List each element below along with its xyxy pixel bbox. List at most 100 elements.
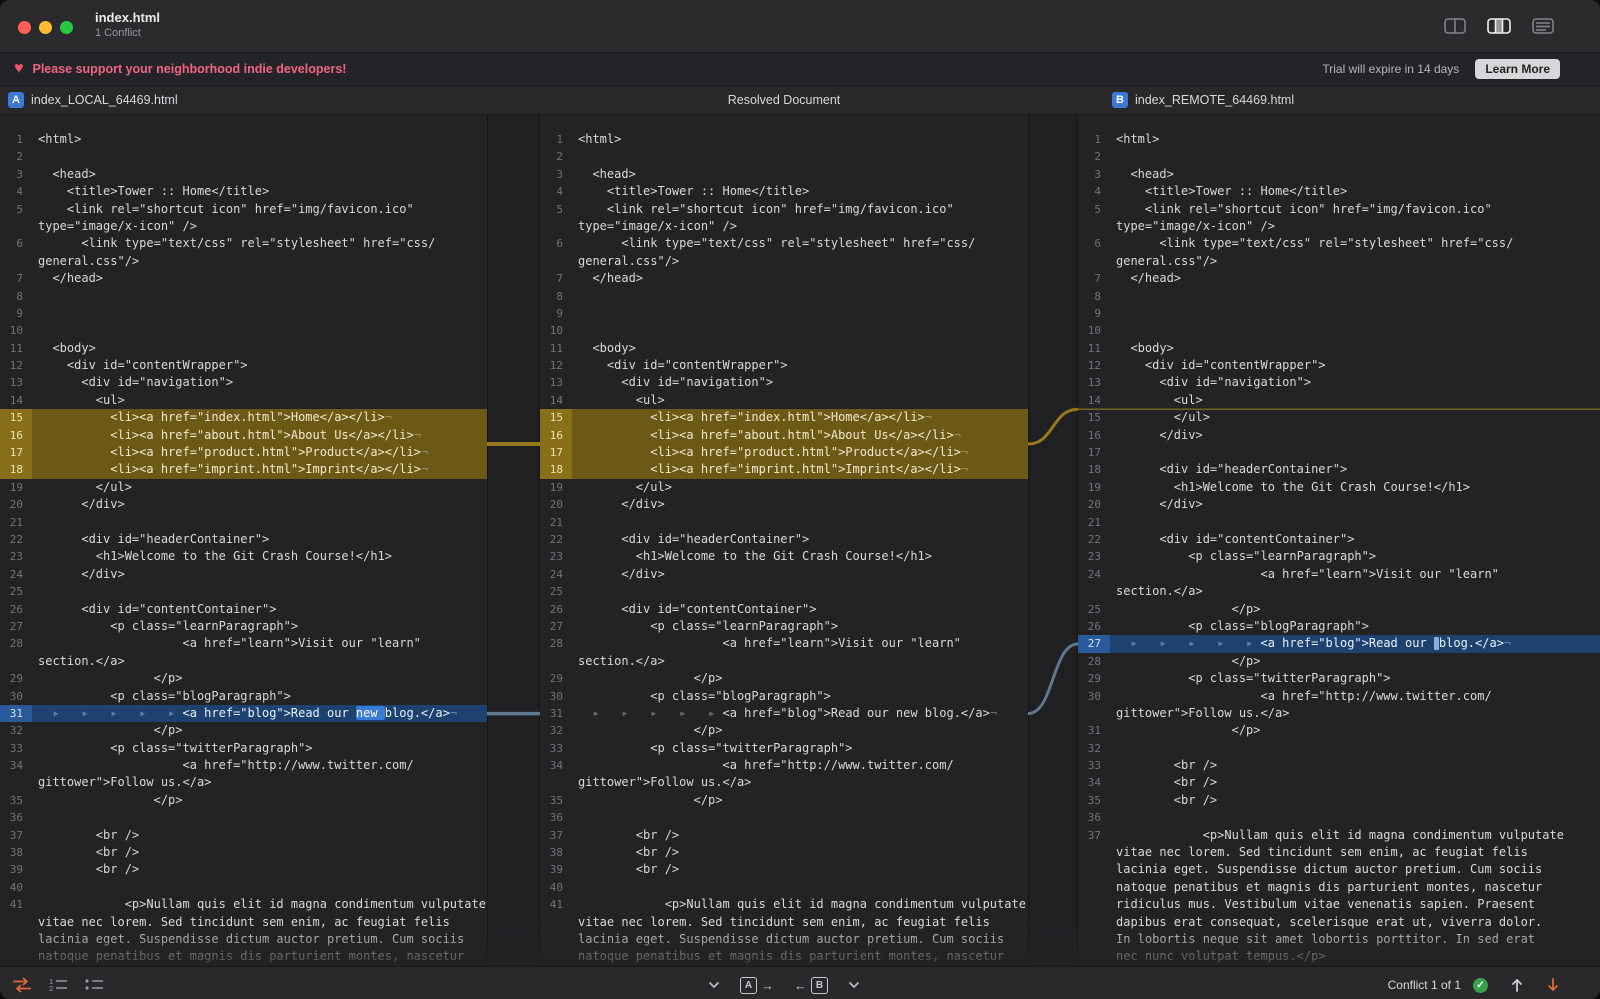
code-text: <p class="twitterParagraph"> bbox=[32, 740, 487, 757]
line-number: 11 bbox=[0, 340, 32, 357]
line-number: 20 bbox=[540, 496, 572, 513]
line-number bbox=[0, 774, 32, 791]
code-line[interactable]: 31 ▸ ▸ ▸ ▸ ▸ <a href="blog">Read our new… bbox=[0, 705, 487, 722]
code-text bbox=[32, 148, 487, 165]
arrow-up-icon bbox=[1510, 977, 1524, 993]
code-text: <br /> bbox=[572, 827, 1028, 844]
remote-code-pane[interactable]: 1<html>23 <head>4 <title>Tower :: Home</… bbox=[1078, 115, 1600, 966]
line-number: 40 bbox=[0, 879, 32, 896]
line-number bbox=[1078, 879, 1110, 896]
line-number: 41 bbox=[0, 896, 32, 913]
resolve-options-left-button[interactable] bbox=[708, 981, 720, 989]
line-number: 7 bbox=[0, 270, 32, 287]
code-line[interactable]: 15 <li><a href="index.html">Home</a></li… bbox=[540, 409, 1028, 426]
code-line: 30 <p class="blogParagraph"> bbox=[540, 688, 1028, 705]
code-text: </p> bbox=[32, 670, 487, 687]
code-text: general.css"/> bbox=[1110, 253, 1600, 270]
line-number bbox=[1078, 253, 1110, 270]
line-numbers-button[interactable]: 12 bbox=[48, 977, 68, 993]
code-text: <li><a href="product.html">Product</a></… bbox=[572, 444, 1028, 461]
code-line: 23 <h1>Welcome to the Git Crash Course!<… bbox=[0, 548, 487, 565]
code-line: 13 <div id="navigation"> bbox=[540, 374, 1028, 391]
line-number: 20 bbox=[0, 496, 32, 513]
choose-b-button[interactable]: ← B bbox=[794, 977, 828, 994]
line-number bbox=[1078, 583, 1110, 600]
code-text: gittower">Follow us.</a> bbox=[1110, 705, 1600, 722]
code-line: 24 </div> bbox=[0, 566, 487, 583]
line-number: 27 bbox=[1078, 635, 1110, 652]
code-text: <div id="navigation"> bbox=[1110, 374, 1600, 391]
code-text: general.css"/> bbox=[572, 253, 1028, 270]
code-text bbox=[572, 514, 1028, 531]
local-code-pane[interactable]: 1<html>23 <head>4 <title>Tower :: Home</… bbox=[0, 115, 487, 966]
code-text: <div id="contentContainer"> bbox=[32, 601, 487, 618]
code-text: <p class="learnParagraph"> bbox=[1110, 548, 1600, 565]
code-line: 9 bbox=[540, 305, 1028, 322]
two-pane-view-button[interactable] bbox=[1438, 13, 1472, 39]
close-button[interactable] bbox=[18, 21, 31, 34]
code-line: vitae nec lorem. Sed tincidunt sem enim,… bbox=[540, 914, 1028, 931]
code-line: 26 <p class="blogParagraph"> bbox=[1078, 618, 1600, 635]
code-text: <title>Tower :: Home</title> bbox=[1110, 183, 1600, 200]
line-number: 31 bbox=[1078, 722, 1110, 739]
code-line[interactable]: 17 <li><a href="product.html">Product</a… bbox=[0, 444, 487, 461]
zoom-button[interactable] bbox=[60, 21, 73, 34]
line-number: 21 bbox=[0, 514, 32, 531]
title-block: index.html 1 Conflict bbox=[95, 10, 160, 39]
svg-text:2: 2 bbox=[49, 984, 53, 993]
code-text: <link rel="shortcut icon" href="img/favi… bbox=[572, 201, 1028, 218]
code-line[interactable]: 18 <li><a href="imprint.html">Imprint</a… bbox=[0, 461, 487, 478]
code-line: 34 <br /> bbox=[1078, 774, 1600, 791]
three-pane-view-button[interactable] bbox=[1482, 13, 1516, 39]
code-line: 1<html> bbox=[1078, 131, 1600, 148]
code-line: 14 <ul> bbox=[1078, 392, 1600, 409]
code-text: ▸ ▸ ▸ ▸ ▸ <a href="blog">Read our new bl… bbox=[572, 705, 1028, 722]
code-text: <div id="navigation"> bbox=[572, 374, 1028, 391]
code-text: <p class="twitterParagraph"> bbox=[1110, 670, 1600, 687]
code-line[interactable]: 16 <li><a href="about.html">About Us</a>… bbox=[540, 427, 1028, 444]
resolved-code-pane[interactable]: 1<html>23 <head>4 <title>Tower :: Home</… bbox=[540, 115, 1028, 966]
code-line: 23 <p class="learnParagraph"> bbox=[1078, 548, 1600, 565]
code-line: 32 bbox=[1078, 740, 1600, 757]
code-line: 4 <title>Tower :: Home</title> bbox=[0, 183, 487, 200]
next-conflict-button[interactable] bbox=[1546, 977, 1560, 993]
code-text: natoque penatibus et magnis dis parturie… bbox=[1110, 879, 1600, 896]
swap-direction-button[interactable] bbox=[12, 977, 32, 993]
minimize-button[interactable] bbox=[39, 21, 52, 34]
line-number: 17 bbox=[0, 444, 32, 461]
code-line[interactable]: 27 ▸ ▸ ▸ ▸ ▸ <a href="blog">Read our blo… bbox=[1078, 635, 1600, 652]
code-line: 32 </p> bbox=[540, 722, 1028, 739]
dotted-list-icon bbox=[84, 977, 104, 993]
code-line[interactable]: 17 <li><a href="product.html">Product</a… bbox=[540, 444, 1028, 461]
line-number bbox=[540, 653, 572, 670]
code-line[interactable]: 15 <li><a href="index.html">Home</a></li… bbox=[0, 409, 487, 426]
code-text: </div> bbox=[32, 496, 487, 513]
code-text: <ul> bbox=[1110, 392, 1600, 409]
code-text: </p> bbox=[1110, 653, 1600, 670]
code-line[interactable]: 16 <li><a href="about.html">About Us</a>… bbox=[0, 427, 487, 444]
learn-more-button[interactable]: Learn More bbox=[1475, 59, 1560, 79]
resolve-options-right-button[interactable] bbox=[848, 981, 860, 989]
previous-conflict-button[interactable] bbox=[1510, 977, 1524, 993]
code-line: 37 <p>Nullam quis elit id magna condimen… bbox=[1078, 827, 1600, 844]
line-number: 37 bbox=[0, 827, 32, 844]
code-text: <li><a href="product.html">Product</a></… bbox=[32, 444, 487, 461]
choose-a-button[interactable]: A → bbox=[740, 977, 774, 994]
code-line[interactable]: 18 <li><a href="imprint.html">Imprint</a… bbox=[540, 461, 1028, 478]
code-text bbox=[572, 322, 1028, 339]
line-number: 2 bbox=[1078, 148, 1110, 165]
line-number: 41 bbox=[540, 896, 572, 913]
code-line: 8 bbox=[540, 288, 1028, 305]
line-number: 23 bbox=[540, 548, 572, 565]
line-number: 13 bbox=[540, 374, 572, 391]
code-text: <div id="contentContainer"> bbox=[1110, 531, 1600, 548]
file-a-badge: A bbox=[8, 92, 24, 108]
line-number: 20 bbox=[1078, 496, 1110, 513]
unified-view-button[interactable] bbox=[1526, 13, 1560, 39]
change-list-button[interactable] bbox=[84, 977, 104, 993]
code-text: <br /> bbox=[32, 861, 487, 878]
line-number: 36 bbox=[0, 809, 32, 826]
line-number: 28 bbox=[0, 635, 32, 652]
code-line: 40 bbox=[0, 879, 487, 896]
line-number: 19 bbox=[1078, 479, 1110, 496]
